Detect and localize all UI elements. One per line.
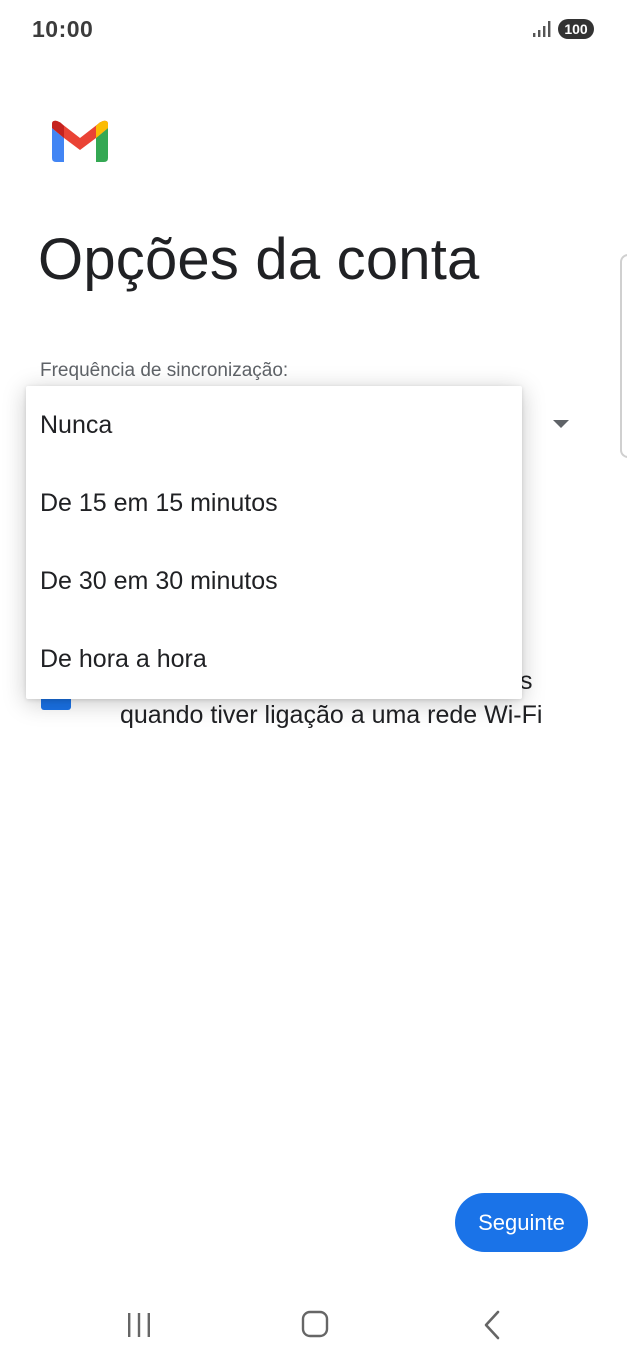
signal-icon (533, 21, 551, 37)
status-bar: 10:00 100 (0, 0, 627, 58)
page-title: Opções da conta (38, 227, 480, 292)
navigation-bar (0, 1290, 627, 1360)
home-icon[interactable] (300, 1309, 330, 1339)
chevron-down-icon[interactable] (553, 420, 569, 428)
menu-item-never[interactable]: Nunca (26, 386, 522, 464)
menu-item-30-minutes[interactable]: De 30 em 30 minutos (26, 542, 522, 620)
next-button[interactable]: Seguinte (455, 1193, 588, 1252)
menu-item-hourly[interactable]: De hora a hora (26, 620, 522, 698)
sync-frequency-menu: Nunca De 15 em 15 minutos De 30 em 30 mi… (26, 386, 522, 699)
menu-item-15-minutes[interactable]: De 15 em 15 minutos (26, 464, 522, 542)
back-icon[interactable] (478, 1308, 506, 1342)
gmail-logo-icon (52, 120, 108, 162)
battery-indicator: 100 (558, 19, 594, 39)
option-wifi-line2: quando tiver ligação a uma rede Wi-Fi (120, 701, 543, 729)
edge-panel-handle[interactable] (620, 254, 627, 458)
recents-icon[interactable] (124, 1310, 154, 1340)
sync-frequency-label: Frequência de sincronização: (40, 360, 289, 381)
status-time: 10:00 (32, 16, 94, 42)
